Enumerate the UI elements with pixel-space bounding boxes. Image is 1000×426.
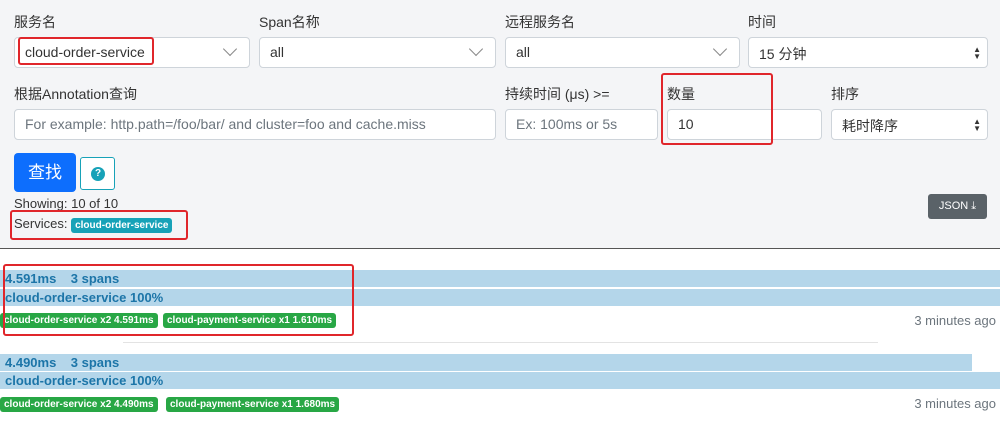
annotation-placeholder: For example: http.path=/foo/bar/ and clu…	[25, 116, 426, 132]
find-button[interactable]: 查找	[14, 153, 76, 192]
download-icon: ⤓	[971, 200, 977, 212]
services-filter: Services: cloud-order-service	[14, 216, 173, 233]
limit-label: 数量	[667, 86, 695, 102]
service-badge[interactable]: cloud-order-service	[71, 218, 173, 233]
time-select[interactable]: 15 分钟 ▲ ▼	[748, 37, 988, 68]
duration-label: 持续时间 (μs) >=	[505, 86, 610, 102]
span-label: Span名称	[259, 14, 320, 30]
service-duration-badge: cloud-order-service x2 4.591ms	[0, 313, 158, 328]
remote-service-select[interactable]: all	[505, 37, 740, 68]
json-download-button[interactable]: JSON ⤓	[928, 194, 987, 219]
services-label: Services:	[14, 216, 68, 231]
remote-value: all	[516, 44, 531, 60]
chevron-down-icon	[222, 41, 238, 57]
remote-service-label: 远程服务名	[505, 14, 575, 30]
trace-service-bar[interactable]: cloud-order-service 100%	[0, 372, 1000, 389]
service-select[interactable]: cloud-order-service	[14, 37, 250, 68]
trace-spans: 3 spans	[70, 271, 120, 286]
limit-input[interactable]: 10	[667, 109, 822, 140]
sort-value: 耗时降序	[842, 118, 898, 134]
service-label: 服务名	[14, 14, 56, 30]
chevron-down-icon	[712, 41, 728, 57]
annotation-input[interactable]: For example: http.path=/foo/bar/ and clu…	[14, 109, 496, 140]
span-select[interactable]: all	[259, 37, 496, 68]
duration-placeholder: Ex: 100ms or 5s	[516, 116, 618, 132]
trace-time-ago: 3 minutes ago	[914, 313, 996, 328]
updown-icon: ▲ ▼	[973, 117, 981, 133]
showing-count: Showing: 10 of 10	[14, 196, 119, 211]
trace-duration: 4.490ms	[5, 355, 57, 370]
service-duration-badge: cloud-order-service x2 4.490ms	[0, 397, 158, 412]
time-label: 时间	[748, 14, 776, 30]
trace-duration-bar[interactable]: 4.591ms 3 spans	[0, 270, 1000, 287]
duration-input[interactable]: Ex: 100ms or 5s	[505, 109, 658, 140]
trace-duration: 4.591ms	[5, 271, 57, 286]
span-value: all	[270, 44, 285, 60]
sort-label: 排序	[831, 86, 859, 102]
trace-service-bar[interactable]: cloud-order-service 100%	[0, 289, 1000, 306]
search-panel: 服务名 cloud-order-service Span名称 all 远程服务名…	[0, 0, 1000, 249]
divider	[123, 342, 878, 343]
help-button[interactable]: ?	[80, 157, 115, 190]
service-duration-badge: cloud-payment-service x1 1.610ms	[163, 313, 337, 328]
json-label: JSON	[938, 200, 969, 212]
trace-duration-bar[interactable]: 4.490ms 3 spans	[0, 354, 972, 371]
trace-spans: 3 spans	[70, 355, 120, 370]
sort-select[interactable]: 耗时降序 ▲ ▼	[831, 109, 988, 140]
question-icon: ?	[91, 167, 105, 181]
limit-value: 10	[678, 116, 694, 132]
updown-icon: ▲ ▼	[973, 45, 981, 61]
time-value: 15 分钟	[759, 46, 807, 62]
trace-time-ago: 3 minutes ago	[914, 396, 996, 411]
annotation-label: 根据Annotation查询	[14, 86, 137, 102]
service-value: cloud-order-service	[25, 44, 145, 60]
service-duration-badge: cloud-payment-service x1 1.680ms	[166, 397, 340, 412]
chevron-down-icon	[468, 41, 484, 57]
